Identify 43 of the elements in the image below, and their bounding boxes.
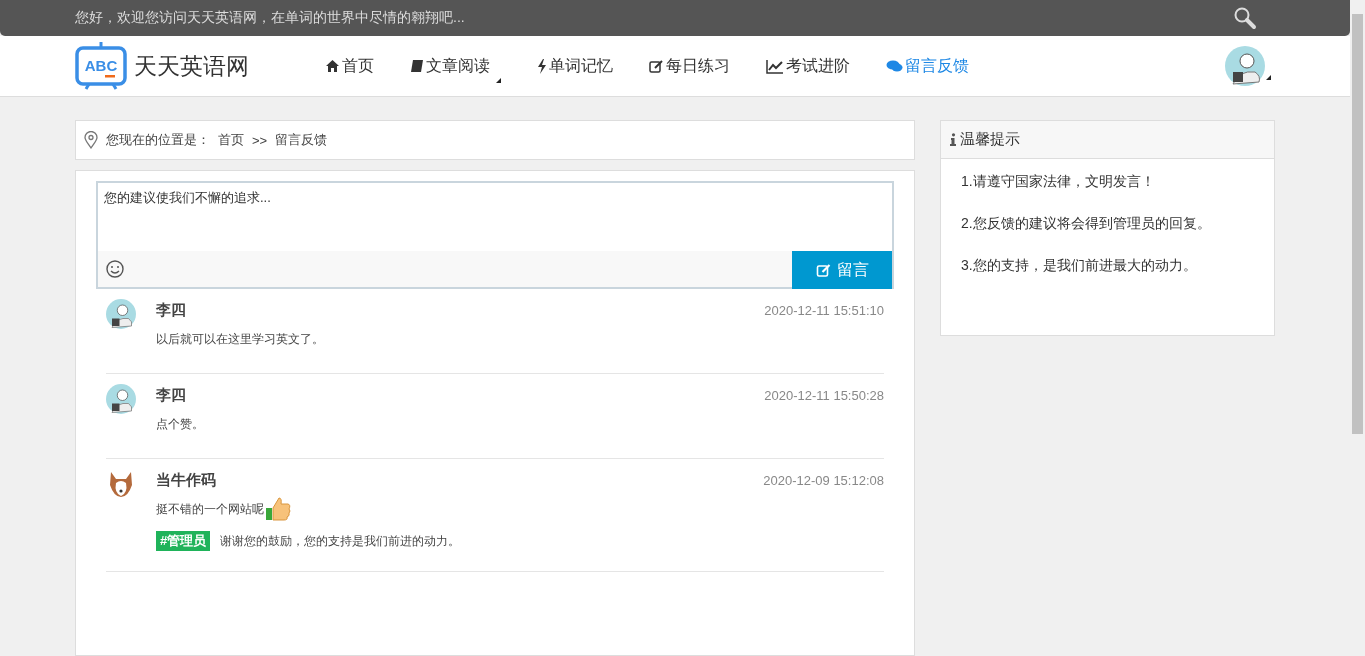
tip-text: 3.您的支持，是我们前进最大的动力。 [961,257,1198,275]
tips-title: 温馨提示 [960,130,1020,149]
nav-link[interactable]: 每日练习 [649,55,730,77]
commenter-name: 李四 [156,300,186,320]
admin-tag: #管理员 [156,531,211,551]
info-icon [950,133,956,146]
breadcrumb-label: 您现在的位置是： [106,131,210,149]
comment-text: 挺不错的一个网站呢 [156,500,264,518]
nav-link[interactable]: 单词记忆 [537,55,613,77]
edit-icon [649,58,664,74]
commenter-name: 李四 [156,385,186,405]
tip-text: 1.请遵守国家法律，文明发言！ [961,173,1156,191]
reply-text: 谢谢您的鼓励，您的支持是我们前进的动力。 [220,532,461,550]
nav-link[interactable]: 留言反馈 [886,55,969,77]
comment-time: 2020-12-11 15:50:28 [764,387,884,403]
caret-icon[interactable] [1266,75,1271,80]
home-icon [325,59,340,73]
nav-link[interactable]: 考试进阶 [766,55,850,77]
edit-icon [815,262,832,278]
book-icon [410,59,424,73]
location-pin-icon [84,131,98,149]
lightning-icon [537,58,547,74]
tip-text: 2.您反馈的建议将会得到管理员的回复。 [961,215,1212,233]
line-chart-icon [766,58,784,74]
comment-time: 2020-12-09 15:12:08 [763,472,884,488]
user-avatar[interactable] [1225,46,1265,86]
site-name[interactable]: 天天英语网 [134,50,249,82]
commenter-name: 当牛作码 [156,470,216,490]
user-avatar [106,299,136,329]
breadcrumb-link[interactable]: 留言反馈 [275,131,328,149]
comment-time: 2020-12-11 15:51:10 [764,302,884,318]
search-icon[interactable] [1233,6,1257,30]
emoji-icon[interactable] [106,260,124,278]
greeting-text: 您好，欢迎您访问天天英语网，在单词的世界中尽情的翱翔吧... [75,9,465,27]
caret-icon[interactable] [496,77,501,83]
chat-bubbles-icon [886,59,903,73]
nav-link[interactable]: 文章阅读 [410,55,490,77]
user-avatar [106,384,136,414]
breadcrumb-separator: >> [252,132,268,148]
breadcrumb-link[interactable]: 首页 [218,131,244,149]
comment-text: 以后就可以在这里学习英文了。 [156,330,324,348]
nav-link[interactable]: 首页 [325,55,374,77]
comment-text: 点个赞。 [156,415,204,433]
